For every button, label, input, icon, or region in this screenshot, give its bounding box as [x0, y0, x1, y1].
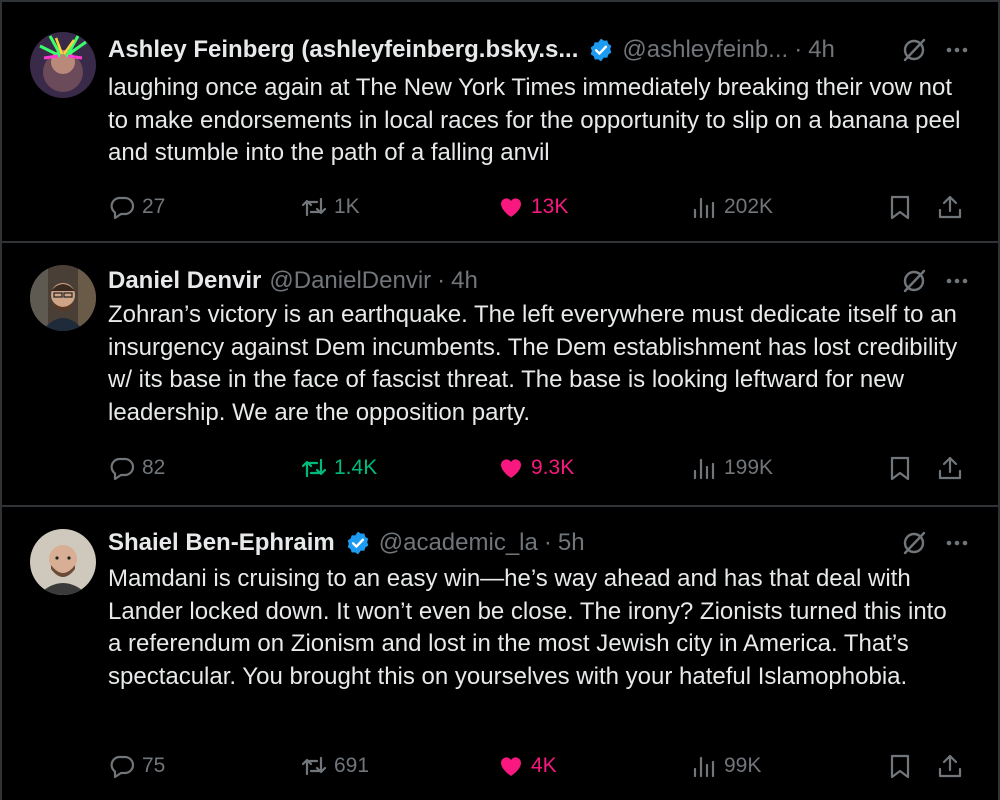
reply-icon	[110, 457, 135, 481]
retweet-button[interactable]: 1K	[300, 190, 360, 224]
view-count: 99K	[724, 754, 762, 777]
share-button[interactable]	[936, 749, 964, 783]
tweet-actions: 75 691 4K 99K	[0, 749, 1000, 783]
views-icon	[693, 756, 715, 778]
heart-icon	[501, 198, 521, 217]
reply-icon	[110, 196, 135, 220]
header-actions	[900, 525, 970, 561]
view-count: 199K	[724, 456, 774, 479]
retweet-count: 1K	[334, 195, 360, 218]
grok-icon[interactable]	[900, 36, 928, 64]
tweet-header: Shaiel Ben-Ephraim @academic_la · 5h	[108, 525, 970, 561]
timestamp[interactable]: 4h	[808, 36, 835, 64]
separator-dot: ·	[437, 267, 446, 294]
reply-button[interactable]: 82	[108, 451, 165, 485]
tweet-header: Daniel Denvir @DanielDenvir · 4h	[108, 263, 970, 299]
share-button[interactable]	[936, 190, 964, 224]
separator-dot: ·	[543, 529, 552, 556]
like-button[interactable]: 9.3K	[497, 451, 574, 485]
timestamp[interactable]: 5h	[558, 529, 585, 557]
heart-icon	[501, 459, 521, 478]
verified-badge-icon[interactable]	[588, 37, 614, 63]
bookmark-icon	[890, 754, 910, 779]
bookmark-button[interactable]	[886, 451, 914, 485]
more-icon[interactable]	[944, 37, 970, 63]
avatar[interactable]	[30, 265, 96, 331]
retweet-count: 1.4K	[334, 456, 378, 479]
tweet-header: Ashley Feinberg (ashleyfeinberg.bsky.s..…	[108, 32, 970, 68]
bookmark-icon	[890, 195, 910, 220]
reply-icon	[110, 755, 135, 779]
tweet-actions: 27 1K 13K 202K	[0, 190, 1000, 224]
reply-button[interactable]: 75	[108, 749, 165, 783]
bookmark-button[interactable]	[886, 749, 914, 783]
views-icon	[693, 458, 715, 480]
avatar[interactable]	[30, 529, 96, 595]
timestamp[interactable]: 4h	[451, 267, 478, 295]
like-count: 4K	[531, 754, 557, 777]
user-handle[interactable]: @academic_la	[379, 529, 538, 557]
retweet-icon	[301, 458, 327, 478]
like-button[interactable]: 13K	[497, 190, 568, 224]
tweet[interactable]: Daniel Denvir @DanielDenvir · 4h Zohran’…	[0, 243, 1000, 507]
user-handle[interactable]: @DanielDenvir	[269, 267, 431, 295]
retweet-icon	[301, 756, 327, 776]
reply-count: 75	[142, 754, 166, 777]
views-button[interactable]: 99K	[690, 749, 761, 783]
tweet-text: Mamdani is cruising to an easy win—he’s …	[108, 565, 947, 690]
share-button[interactable]	[936, 451, 964, 485]
grok-icon[interactable]	[900, 267, 928, 295]
header-actions	[900, 32, 970, 68]
heart-icon	[501, 757, 521, 776]
more-icon[interactable]	[944, 530, 970, 556]
user-handle[interactable]: @ashleyfeinb...	[622, 36, 788, 64]
like-count: 9.3K	[531, 456, 575, 479]
views-icon	[693, 197, 715, 219]
share-icon	[938, 456, 962, 480]
reply-count: 82	[142, 456, 166, 479]
grok-icon[interactable]	[900, 529, 928, 557]
share-icon	[938, 754, 962, 778]
display-name[interactable]: Shaiel Ben-Ephraim	[108, 529, 335, 557]
like-button[interactable]: 4K	[497, 749, 557, 783]
tweet-actions: 82 1.4K 9.3K 199K	[0, 451, 1000, 485]
view-count: 202K	[724, 195, 774, 218]
verified-badge-icon[interactable]	[345, 530, 371, 556]
bookmark-button[interactable]	[886, 190, 914, 224]
tweet-text: Zohran’s victory is an earthquake. The l…	[108, 301, 958, 426]
views-button[interactable]: 202K	[690, 190, 773, 224]
header-actions	[900, 263, 970, 299]
share-icon	[938, 195, 962, 219]
tweet[interactable]: Shaiel Ben-Ephraim @academic_la · 5h Mam…	[0, 507, 1000, 800]
retweet-icon	[301, 197, 327, 217]
bookmark-icon	[890, 456, 910, 481]
display-name[interactable]: Daniel Denvir	[108, 267, 261, 295]
retweet-count: 691	[334, 754, 370, 777]
separator-dot: ·	[794, 36, 803, 63]
reply-count: 27	[142, 195, 166, 218]
display-name[interactable]: Ashley Feinberg (ashleyfeinberg.bsky.s..…	[108, 36, 578, 64]
avatar[interactable]	[30, 32, 96, 98]
like-count: 13K	[531, 195, 569, 218]
reply-button[interactable]: 27	[108, 190, 165, 224]
retweet-button[interactable]: 1.4K	[300, 451, 377, 485]
tweet-text: laughing once again at The New York Time…	[108, 74, 961, 166]
tweet[interactable]: Ashley Feinberg (ashleyfeinberg.bsky.s..…	[0, 2, 1000, 243]
more-icon[interactable]	[944, 268, 970, 294]
retweet-button[interactable]: 691	[300, 749, 369, 783]
views-button[interactable]: 199K	[690, 451, 773, 485]
